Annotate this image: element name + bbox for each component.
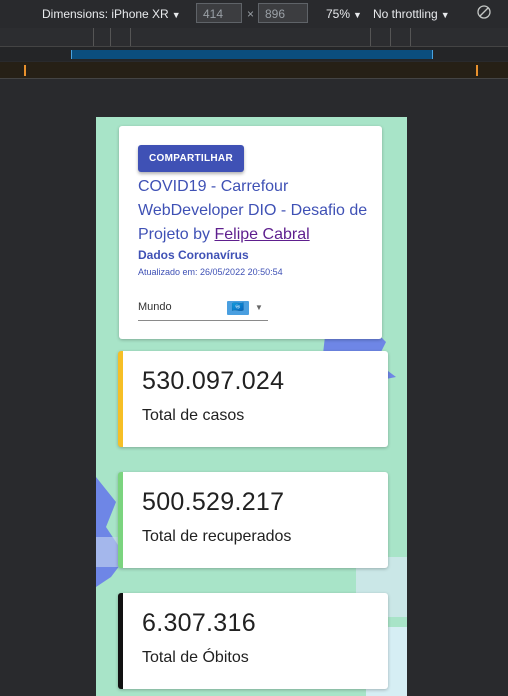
author-link[interactable]: Felipe Cabral xyxy=(214,226,309,243)
deaths-value: 6.307.316 xyxy=(142,609,256,637)
breakpoint-ruler xyxy=(0,62,508,79)
media-query-bar xyxy=(0,28,508,47)
zoom-caret-icon: ▼ xyxy=(353,10,362,20)
un-flag-icon: 🇺🇳 xyxy=(227,301,249,315)
device-viewport: COMPARTILHAR COVID19 - Carrefour WebDeve… xyxy=(96,117,407,696)
deaths-card: 6.307.316 Total de Óbitos xyxy=(118,593,388,689)
page-title: COVID19 - Carrefour WebDeveloper DIO - D… xyxy=(138,175,378,247)
region-select-value: Mundo xyxy=(138,301,172,313)
device-selector-label: Dimensions: iPhone XR xyxy=(42,7,169,21)
device-caret-icon: ▼ xyxy=(171,10,181,20)
deaths-label: Total de Óbitos xyxy=(142,649,249,666)
updated-timestamp: Atualizado em: 26/05/2022 20:50:54 xyxy=(138,267,283,277)
height-input[interactable]: 896 xyxy=(258,3,308,23)
recovered-value: 500.529.217 xyxy=(142,488,285,516)
device-selector[interactable]: Dimensions: iPhone XR ▼ xyxy=(42,7,181,21)
throttling-caret-icon: ▼ xyxy=(440,10,450,20)
header-card: COMPARTILHAR COVID19 - Carrefour WebDeve… xyxy=(119,126,382,339)
viewport-ruler xyxy=(0,47,508,61)
rotate-icon[interactable] xyxy=(477,5,491,22)
devtools-toolbar: Dimensions: iPhone XR ▼ 414 × 896 75% ▼ No… xyxy=(0,0,508,29)
zoom-selector[interactable]: 75% ▼ xyxy=(326,7,362,21)
times-separator: × xyxy=(247,7,255,21)
share-button[interactable]: COMPARTILHAR xyxy=(138,145,244,172)
recovered-card: 500.529.217 Total de recuperados xyxy=(118,472,388,568)
cases-value: 530.097.024 xyxy=(142,367,285,395)
chevron-down-icon: ▼ xyxy=(255,303,263,312)
cases-label: Total de casos xyxy=(142,407,245,424)
recovered-label: Total de recuperados xyxy=(142,528,292,545)
throttling-selector[interactable]: No throttling ▼ xyxy=(373,7,450,21)
cases-card: 530.097.024 Total de casos xyxy=(118,351,388,447)
zoom-label: 75% xyxy=(326,7,351,21)
throttling-label: No throttling xyxy=(373,7,438,21)
width-input[interactable]: 414 xyxy=(196,3,242,23)
page-subtitle: Dados Coronavírus xyxy=(138,248,249,262)
region-select[interactable]: Mundo 🇺🇳 ▼ xyxy=(138,298,268,321)
